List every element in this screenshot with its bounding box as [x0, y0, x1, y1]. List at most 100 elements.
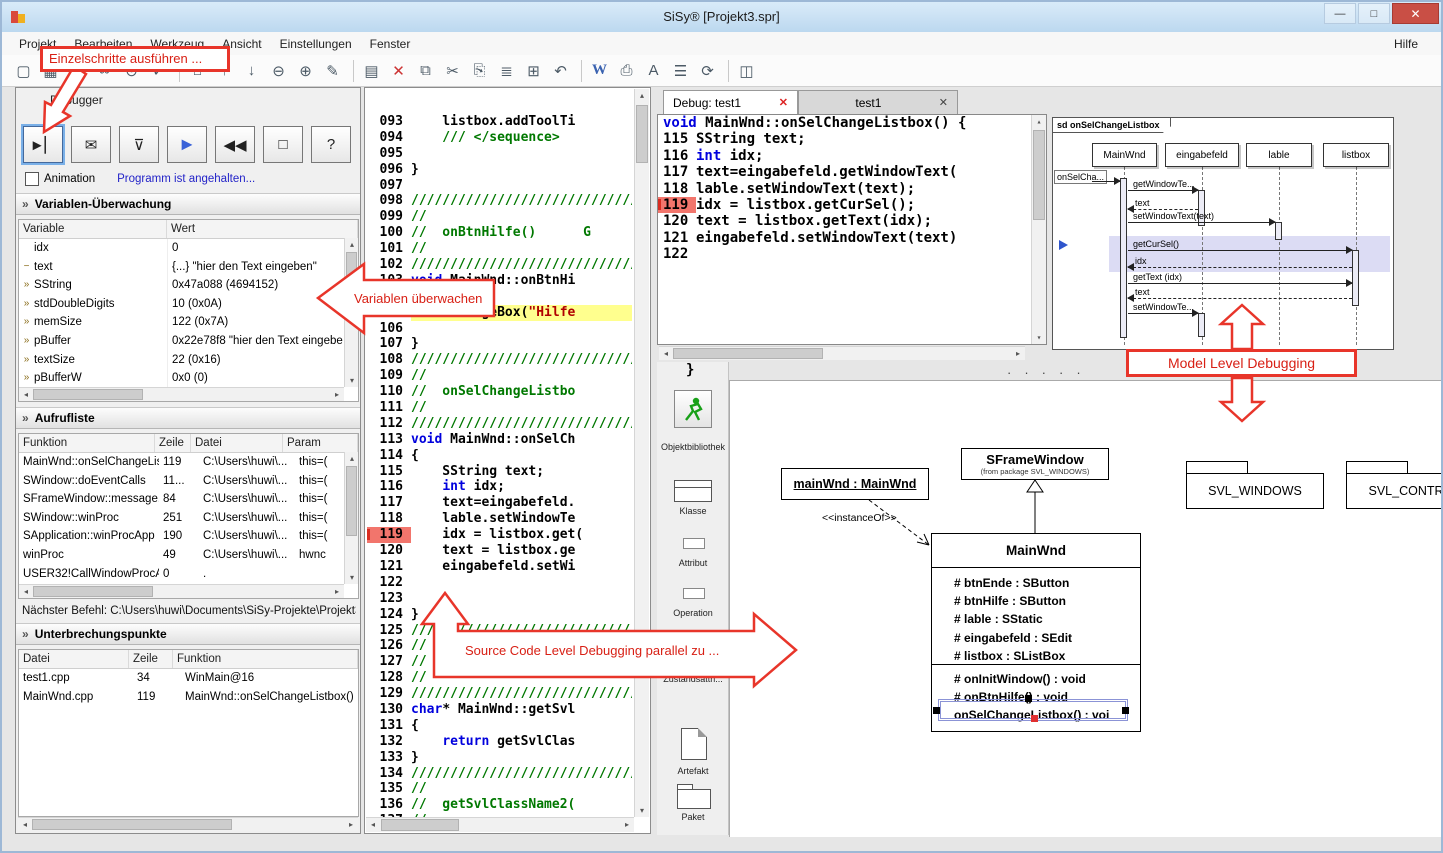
code-line[interactable]: 096 }	[367, 162, 632, 178]
line-number[interactable]: 096	[367, 162, 411, 178]
line-number[interactable]: 132	[367, 734, 411, 750]
column-zeile[interactable]: Zeile	[129, 650, 173, 668]
step-over-button[interactable]: ⊽	[119, 126, 159, 163]
code-line[interactable]: 095	[367, 146, 632, 162]
line-number[interactable]: 097	[367, 178, 411, 194]
class-operation[interactable]: # onInitWindow() : void	[954, 670, 1140, 688]
code-line[interactable]: 112 //////////////////////////////	[367, 416, 632, 432]
tree-expander-icon[interactable]: »	[19, 313, 34, 332]
line-number[interactable]: 133	[367, 750, 411, 766]
callstack-row[interactable]: SWindow::doEventCalls 11... C:\Users\huw…	[19, 472, 358, 491]
refresh-window-icon[interactable]: ⟳	[694, 59, 721, 83]
tree-expander-icon[interactable]: »	[19, 332, 34, 351]
code-line[interactable]: 114 {	[367, 448, 632, 464]
code-line[interactable]: 093 listbox.addToolTi	[367, 114, 632, 130]
menu-item[interactable]: Fenster	[361, 34, 420, 54]
delete-icon[interactable]: ✕	[385, 59, 412, 83]
scroll-left-icon[interactable]: ◂	[366, 818, 380, 831]
watch-table-header[interactable]: Variable Wert	[19, 220, 358, 239]
breakpoints-section-header[interactable]: » Unterbrechungspunkte	[16, 623, 360, 645]
line-number[interactable]: 127	[367, 654, 411, 670]
line-number[interactable]: 122	[658, 246, 696, 262]
line-number[interactable]: 117	[658, 164, 696, 180]
code-line[interactable]: 103 void MainWnd::onBtnHi	[367, 273, 632, 289]
line-number[interactable]: 110	[367, 384, 411, 400]
run-button[interactable]: ►	[167, 126, 207, 163]
line-number[interactable]: 118	[367, 511, 411, 527]
line-number[interactable]: 116	[658, 148, 696, 164]
code-line[interactable]: 128 //	[367, 670, 632, 686]
breakpoints-table-header[interactable]: Datei Zeile Funktion	[19, 650, 358, 669]
callstack-row[interactable]: USER32!CallWindowProcA 0 .	[19, 565, 358, 584]
class-attribute[interactable]: # eingabefeld : SEdit	[954, 629, 1140, 647]
close-tab-icon[interactable]: ✕	[939, 96, 948, 109]
breakpoint-row[interactable]: test1.cpp 34 WinMain@16	[19, 669, 358, 688]
scrollbar-thumb[interactable]	[636, 105, 648, 163]
code-line[interactable]: 122	[658, 246, 1046, 262]
new-document-icon[interactable]: ▢	[10, 59, 37, 83]
watch-row[interactable]: idx 0	[19, 239, 358, 258]
code-line[interactable]: 136 // getSvlClassName2(	[367, 797, 632, 813]
line-number[interactable]: 103	[367, 273, 411, 289]
class-attribute[interactable]: # listbox : SListBox	[954, 647, 1140, 665]
scroll-up-icon[interactable]: ▴	[345, 238, 359, 251]
line-number[interactable]: 101	[367, 241, 411, 257]
instance-box[interactable]: mainWnd : MainWnd	[781, 468, 929, 500]
watch-row[interactable]: » SString 0x47a088 (4694152)	[19, 276, 358, 295]
selection-handle[interactable]	[933, 707, 940, 714]
line-number[interactable]: 106	[367, 321, 411, 337]
font-icon[interactable]: A	[640, 59, 667, 83]
form-icon[interactable]: ▤	[358, 59, 385, 83]
code-line[interactable]: 098 //////////////////////////////	[367, 193, 632, 209]
code-line[interactable]: 124 }	[367, 607, 632, 623]
scroll-down-icon[interactable]: ▾	[345, 571, 359, 584]
code-line[interactable]: 101 //	[367, 241, 632, 257]
scroll-down-icon[interactable]: ▾	[345, 374, 359, 387]
line-number[interactable]: 094	[367, 130, 411, 146]
help-button[interactable]: ?	[311, 126, 351, 163]
code-line[interactable]: 116 int idx;	[658, 148, 1046, 164]
tab-test1[interactable]: test1 ✕	[798, 90, 958, 114]
code-line[interactable]: 120 text = listbox.getText(idx);	[658, 213, 1046, 229]
column-wert[interactable]: Wert	[167, 220, 358, 238]
code-line[interactable]: 111 //	[367, 400, 632, 416]
line-number[interactable]: 108	[367, 352, 411, 368]
edit-page-icon[interactable]: ✎	[319, 59, 346, 83]
debug-vertical-scrollbar[interactable]: ▴ ▾	[1031, 115, 1046, 344]
minimize-button[interactable]: —	[1324, 3, 1356, 24]
line-number[interactable]: 128	[367, 670, 411, 686]
scrollbar-thumb[interactable]	[673, 348, 823, 359]
code-line[interactable]: 129 //////////////////////////////	[367, 686, 632, 702]
code-line[interactable]: 107 }	[367, 336, 632, 352]
lifeline-head-mainwnd[interactable]: MainWnd	[1092, 143, 1157, 167]
line-number[interactable]: 093	[367, 114, 411, 130]
operation-icon[interactable]	[683, 588, 705, 599]
operation-label[interactable]: Operation	[657, 608, 729, 618]
maximize-button[interactable]: □	[1358, 3, 1390, 24]
klasse-icon[interactable]	[674, 480, 712, 502]
line-number[interactable]: 122	[367, 575, 411, 591]
line-number[interactable]: 109	[367, 368, 411, 384]
code-line[interactable]: 117 text=eingabefeld.	[367, 495, 632, 511]
watch-row[interactable]: » textSize 22 (0x16)	[19, 351, 358, 370]
scroll-right-icon[interactable]: ▸	[1011, 347, 1025, 360]
column-funktion[interactable]: Funktion	[19, 434, 155, 452]
book-icon[interactable]: ◫	[733, 59, 760, 83]
editor-vertical-scrollbar[interactable]: ▴ ▾	[634, 89, 649, 817]
line-number[interactable]: 105	[367, 305, 411, 321]
selection-handle[interactable]	[1122, 707, 1129, 714]
line-number[interactable]: 121	[658, 230, 696, 246]
scrollbar-thumb[interactable]	[346, 466, 357, 536]
attribut-label[interactable]: Attribut	[657, 558, 729, 568]
code-editor-panel[interactable]: 093 listbox.addToolTi 094 /// </sequence…	[364, 87, 651, 834]
line-number[interactable]: 120	[367, 543, 411, 559]
package-svl-windows[interactable]: SVL_WINDOWS	[1186, 473, 1324, 509]
selection-handle[interactable]	[1025, 695, 1032, 702]
grid-icon[interactable]: ⊞	[520, 59, 547, 83]
scroll-left-icon[interactable]: ◂	[18, 818, 32, 831]
watch-vertical-scrollbar[interactable]: ▴ ▾	[344, 238, 358, 387]
line-number[interactable]: 120	[658, 213, 696, 229]
class-attribute[interactable]: # btnHilfe : SButton	[954, 592, 1140, 610]
code-line[interactable]: 125 //////////////////////////////	[367, 623, 632, 639]
scroll-left-icon[interactable]: ◂	[19, 585, 33, 598]
